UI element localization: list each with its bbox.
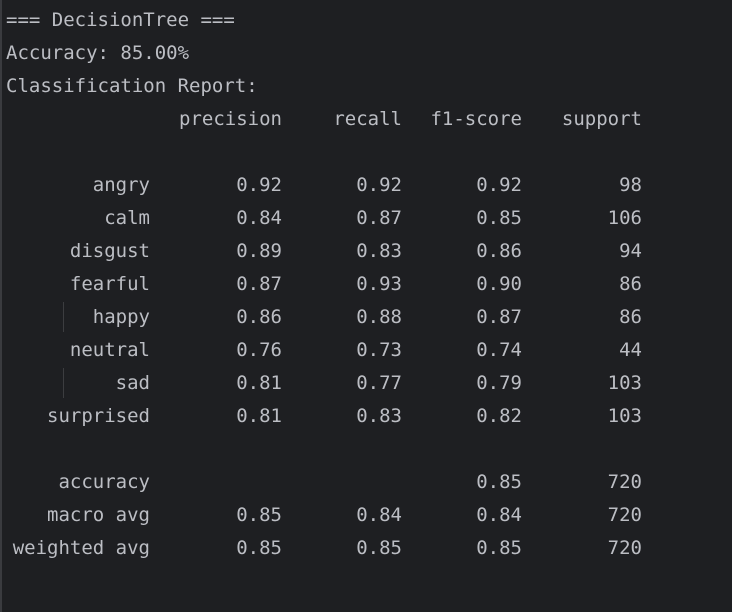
- row-recall: 0.88: [356, 306, 402, 328]
- summary-label: weighted avg: [12, 537, 150, 559]
- row-support: 86: [619, 306, 642, 328]
- row-support: 44: [619, 339, 642, 361]
- row-precision: 0.84: [236, 207, 282, 229]
- summary-f1-score: 0.84: [476, 504, 522, 526]
- row-support: 106: [607, 207, 642, 229]
- row-precision: 0.81: [236, 372, 282, 394]
- header-recall: recall: [333, 108, 402, 130]
- summary-precision: 0.85: [236, 504, 282, 526]
- row-f1-score: 0.82: [476, 405, 522, 427]
- row-label: fearful: [69, 273, 150, 295]
- header-support: support: [561, 108, 642, 130]
- row-recall: 0.83: [356, 240, 402, 262]
- row-label: surprised: [47, 405, 150, 427]
- row-f1-score: 0.74: [476, 339, 522, 361]
- row-support: 103: [607, 372, 642, 394]
- row-precision: 0.87: [236, 273, 282, 295]
- row-f1-score: 0.90: [476, 273, 522, 295]
- row-f1-score: 0.85: [476, 207, 522, 229]
- row-support: 103: [607, 405, 642, 427]
- row-precision: 0.92: [236, 174, 282, 196]
- accuracy-line: Accuracy: 85.00%: [6, 42, 190, 64]
- summary-recall: 0.84: [356, 504, 402, 526]
- summary-support: 720: [607, 471, 642, 493]
- row-precision: 0.76: [236, 339, 282, 361]
- summary-precision: [152, 466, 282, 499]
- summary-recall: 0.85: [356, 537, 402, 559]
- report-title: Classification Report:: [6, 75, 258, 97]
- row-recall: 0.93: [356, 273, 402, 295]
- row-f1-score: 0.87: [476, 306, 522, 328]
- summary-f1-score: 0.85: [476, 471, 522, 493]
- console-output: === DecisionTree === Accuracy: 85.00% Cl…: [0, 0, 732, 612]
- row-support: 98: [619, 174, 642, 196]
- report-header: === DecisionTree ===: [6, 9, 235, 31]
- header-f1-score: f1-score: [430, 108, 522, 130]
- header-precision: precision: [179, 108, 282, 130]
- summary-precision: 0.85: [236, 537, 282, 559]
- summary-support: 720: [607, 537, 642, 559]
- row-support: 94: [619, 240, 642, 262]
- summary-recall: [292, 466, 402, 499]
- row-label: calm: [104, 207, 150, 229]
- summary-label: accuracy: [58, 471, 150, 493]
- row-recall: 0.77: [356, 372, 402, 394]
- row-label: disgust: [69, 240, 150, 262]
- row-label: sad: [115, 372, 150, 394]
- row-recall: 0.73: [356, 339, 402, 361]
- row-recall: 0.87: [356, 207, 402, 229]
- row-precision: 0.81: [236, 405, 282, 427]
- row-precision: 0.89: [236, 240, 282, 262]
- row-label: happy: [92, 306, 150, 328]
- row-precision: 0.86: [236, 306, 282, 328]
- row-support: 86: [619, 273, 642, 295]
- row-f1-score: 0.92: [476, 174, 522, 196]
- summary-f1-score: 0.85: [476, 537, 522, 559]
- row-label: angry: [92, 174, 150, 196]
- row-recall: 0.83: [356, 405, 402, 427]
- row-f1-score: 0.79: [476, 372, 522, 394]
- row-label: neutral: [69, 339, 150, 361]
- summary-support: 720: [607, 504, 642, 526]
- row-f1-score: 0.86: [476, 240, 522, 262]
- summary-label: macro avg: [47, 504, 150, 526]
- row-recall: 0.92: [356, 174, 402, 196]
